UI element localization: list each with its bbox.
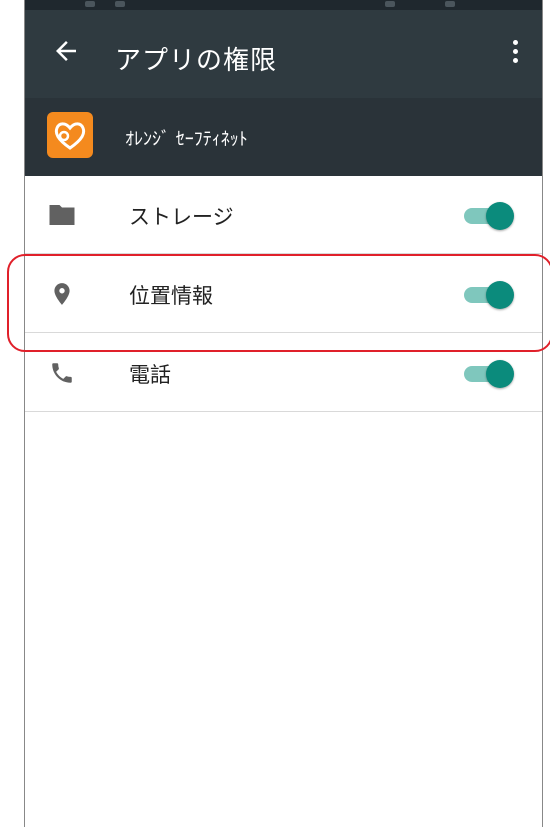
storage-toggle[interactable] (464, 202, 514, 230)
screen: アプリの権限 ｵﾚﾝｼﾞ ｾｰﾌﾃｨﾈｯﾄ ストレージ 位置情報 電話 (7, 0, 550, 827)
location-highlight-annotation (7, 254, 550, 352)
phone-icon (52, 363, 72, 383)
phone-toggle[interactable] (464, 360, 514, 388)
heart-logo-icon (47, 112, 93, 158)
permission-label: 電話 (129, 363, 171, 387)
permission-row-storage[interactable]: ストレージ (25, 176, 542, 254)
more-vert-icon[interactable] (508, 40, 522, 66)
app-header: ｵﾚﾝｼﾞ ｾｰﾌﾃｨﾈｯﾄ (25, 98, 542, 176)
page-title: アプリの権限 (115, 46, 278, 76)
app-bar: アプリの権限 (25, 10, 542, 98)
arrow-left-icon[interactable] (51, 36, 81, 66)
app-name: ｵﾚﾝｼﾞ ｾｰﾌﾃｨﾈｯﾄ (125, 129, 248, 150)
folder-icon (49, 205, 75, 225)
permission-label: ストレージ (129, 205, 234, 229)
status-bar (25, 0, 542, 10)
